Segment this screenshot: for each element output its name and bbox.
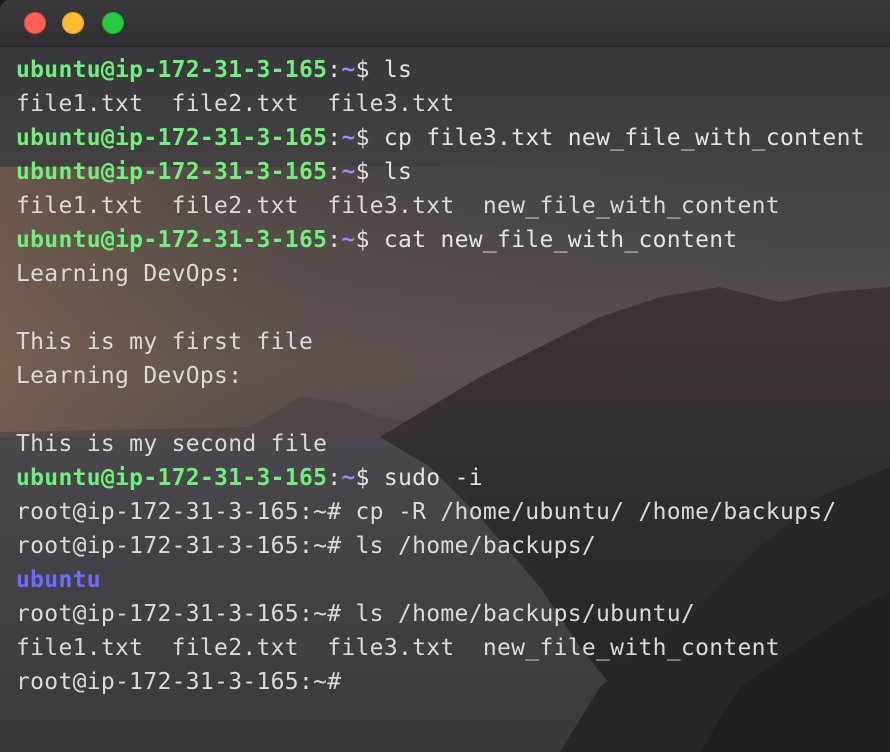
prompt-separator: : <box>327 57 342 83</box>
terminal-line: root@ip-172-31-3-165:~# ls /home/backups… <box>16 597 890 631</box>
terminal-output[interactable]: ubuntu@ip-172-31-3-165:~$ ls file1.txt fi… <box>16 53 890 699</box>
command-output: This is my first file <box>16 329 314 355</box>
prompt-path: ~ <box>341 227 356 253</box>
terminal-line: ubuntu@ip-172-31-3-165:~$ sudo -i <box>16 461 890 495</box>
minimize-button[interactable] <box>62 12 84 34</box>
prompt-user-host: ubuntu@ip-172-31-3-165 <box>16 465 328 491</box>
command-output: file1.txt file2.txt file3.txt new_file_w… <box>16 193 780 219</box>
terminal-line: ubuntu <box>16 563 890 597</box>
root-prompt-line: root@ip-172-31-3-165:~# ls /home/backups… <box>16 601 696 627</box>
prompt-symbol: $ <box>355 57 370 83</box>
prompt-path: ~ <box>341 159 356 185</box>
root-prompt-line: root@ip-172-31-3-165:~# ls /home/backups… <box>16 533 597 559</box>
prompt-symbol: $ <box>355 227 370 253</box>
command-text: ls <box>369 159 413 185</box>
directory-listing: ubuntu <box>16 567 101 593</box>
prompt-separator: : <box>327 465 342 491</box>
prompt-user-host: ubuntu@ip-172-31-3-165 <box>16 125 328 151</box>
prompt-user-host: ubuntu@ip-172-31-3-165 <box>16 159 328 185</box>
prompt-symbol: $ <box>355 465 370 491</box>
terminal-line: root@ip-172-31-3-165:~# <box>16 665 890 699</box>
command-text: ls <box>369 57 413 83</box>
root-prompt-line: root@ip-172-31-3-165:~# cp -R /home/ubun… <box>16 499 837 525</box>
terminal-line: ubuntu@ip-172-31-3-165:~$ cat new_file_w… <box>16 223 890 257</box>
close-button[interactable] <box>24 12 46 34</box>
command-output: file1.txt file2.txt file3.txt <box>16 91 455 117</box>
terminal-line: Learning DevOps: <box>16 359 890 393</box>
prompt-path: ~ <box>341 57 356 83</box>
prompt-path: ~ <box>341 465 356 491</box>
command-output: This is my second file <box>16 431 328 457</box>
prompt-symbol: $ <box>355 125 370 151</box>
prompt-user-host: ubuntu@ip-172-31-3-165 <box>16 57 328 83</box>
terminal-window: ubuntu@ip-172-31-3-165:~$ ls file1.txt fi… <box>0 0 890 752</box>
command-output: file1.txt file2.txt file3.txt new_file_w… <box>16 635 780 661</box>
command-output: Learning DevOps: <box>16 261 243 287</box>
title-bar <box>0 0 890 47</box>
terminal-line: This is my first file <box>16 325 890 359</box>
root-prompt-line: root@ip-172-31-3-165:~# <box>16 669 342 695</box>
terminal-line: root@ip-172-31-3-165:~# cp -R /home/ubun… <box>16 495 890 529</box>
terminal-line: ubuntu@ip-172-31-3-165:~$ cp file3.txt n… <box>16 121 890 155</box>
terminal-line: ubuntu@ip-172-31-3-165:~$ ls <box>16 53 890 87</box>
prompt-path: ~ <box>341 125 356 151</box>
command-text: cat new_file_with_content <box>369 227 738 253</box>
terminal-line: file1.txt file2.txt file3.txt <box>16 87 890 121</box>
prompt-user-host: ubuntu@ip-172-31-3-165 <box>16 227 328 253</box>
command-text: sudo -i <box>369 465 483 491</box>
terminal-line: This is my second file <box>16 427 890 461</box>
prompt-separator: : <box>327 227 342 253</box>
prompt-separator: : <box>327 159 342 185</box>
prompt-symbol: $ <box>355 159 370 185</box>
command-output: Learning DevOps: <box>16 363 243 389</box>
command-text: cp file3.txt new_file_with_content <box>369 125 865 151</box>
terminal-line: root@ip-172-31-3-165:~# ls /home/backups… <box>16 529 890 563</box>
zoom-button[interactable] <box>102 12 124 34</box>
terminal-line: Learning DevOps: <box>16 257 890 291</box>
terminal-line: file1.txt file2.txt file3.txt new_file_w… <box>16 631 890 665</box>
terminal-line: file1.txt file2.txt file3.txt new_file_w… <box>16 189 890 223</box>
prompt-separator: : <box>327 125 342 151</box>
terminal-line: ubuntu@ip-172-31-3-165:~$ ls <box>16 155 890 189</box>
